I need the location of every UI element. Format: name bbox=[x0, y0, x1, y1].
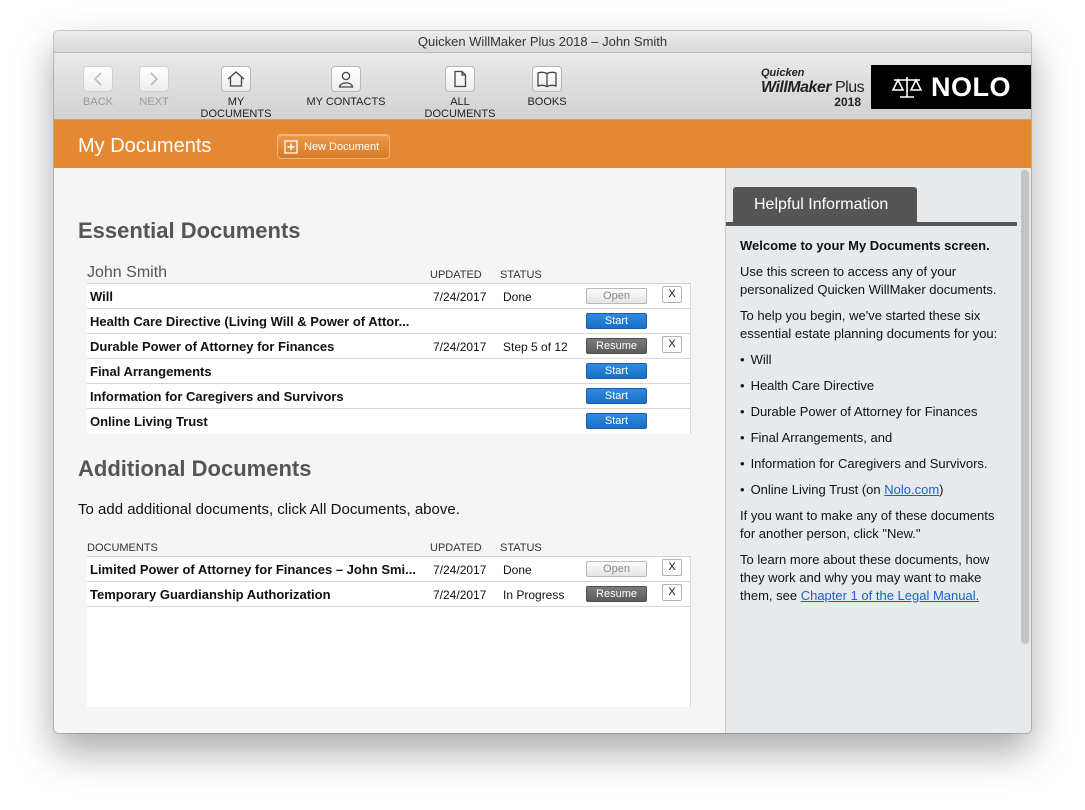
back-button[interactable]: BACK bbox=[83, 66, 113, 108]
new-document-button[interactable]: New Document bbox=[277, 134, 390, 159]
table-row[interactable]: Online Living Trust Start bbox=[87, 409, 691, 434]
list-item: Information for Caregivers and Survivors… bbox=[740, 455, 1002, 473]
table-header: DOCUMENTS UPDATED STATUS bbox=[87, 537, 691, 557]
tab-underline bbox=[726, 222, 1017, 226]
window-title: Quicken WillMaker Plus 2018 – John Smith bbox=[54, 31, 1031, 53]
scales-icon bbox=[891, 77, 923, 98]
info-paragraph: To learn more about these documents, how… bbox=[740, 552, 990, 603]
resume-button[interactable]: Resume bbox=[586, 338, 647, 354]
col-updated: UPDATED bbox=[430, 269, 482, 281]
open-button[interactable]: Open bbox=[586, 561, 647, 577]
scrollbar[interactable] bbox=[1021, 170, 1029, 644]
list-item: Will bbox=[740, 351, 1002, 369]
additional-documents-heading: Additional Documents bbox=[78, 456, 312, 481]
helpful-information-tab[interactable]: Helpful Information bbox=[733, 187, 917, 223]
table-header: John Smith UPDATED STATUS bbox=[87, 264, 691, 284]
table-row[interactable]: Information for Caregivers and Survivors… bbox=[87, 384, 691, 409]
my-documents-button[interactable]: MY DOCUMENTS bbox=[192, 66, 280, 120]
page-title: My Documents bbox=[78, 135, 212, 157]
table-row[interactable]: Limited Power of Attorney for Finances –… bbox=[87, 557, 691, 582]
all-documents-label: ALL DOCUMENTS bbox=[424, 96, 496, 120]
list-item: Final Arrangements, and bbox=[740, 429, 1002, 447]
delete-button[interactable]: X bbox=[662, 286, 682, 303]
list-item: Health Care Directive bbox=[740, 377, 1002, 395]
nolo-link[interactable]: Nolo.com bbox=[884, 482, 939, 497]
delete-button[interactable]: X bbox=[662, 584, 682, 601]
helpful-information-panel: Helpful Information Welcome to your My D… bbox=[725, 168, 1031, 733]
brand-area: Quicken WillMaker Plus 2018 NOLO bbox=[753, 65, 1031, 109]
additional-instructions: To add additional documents, click All D… bbox=[78, 501, 460, 518]
delete-button[interactable]: X bbox=[662, 559, 682, 576]
welcome-text: Welcome to your My Documents screen. bbox=[740, 238, 990, 253]
start-button[interactable]: Start bbox=[586, 363, 647, 379]
person-name: John Smith bbox=[87, 264, 168, 281]
back-label: BACK bbox=[83, 96, 113, 108]
table-row[interactable]: Durable Power of Attorney for Finances 7… bbox=[87, 334, 691, 359]
plus-square-icon bbox=[284, 139, 298, 154]
list-item: Online Living Trust (on Nolo.com) bbox=[740, 481, 1002, 499]
info-paragraph: Use this screen to access any of your pe… bbox=[740, 264, 997, 297]
additional-documents-table: DOCUMENTS UPDATED STATUS Limited Power o… bbox=[87, 537, 691, 707]
table-empty-area bbox=[87, 607, 691, 707]
books-button[interactable]: BOOKS bbox=[527, 66, 567, 108]
list-item: Durable Power of Attorney for Finances bbox=[740, 403, 1002, 421]
col-status: STATUS bbox=[500, 542, 542, 554]
start-button[interactable]: Start bbox=[586, 413, 647, 429]
essential-documents-heading: Essential Documents bbox=[78, 218, 301, 243]
col-documents: DOCUMENTS bbox=[87, 542, 158, 554]
start-button[interactable]: Start bbox=[586, 313, 647, 329]
document-icon bbox=[445, 66, 475, 92]
table-row[interactable]: Health Care Directive (Living Will & Pow… bbox=[87, 309, 691, 334]
open-button[interactable]: Open bbox=[586, 288, 647, 304]
next-button[interactable]: NEXT bbox=[139, 66, 169, 108]
my-documents-label: MY DOCUMENTS bbox=[200, 96, 272, 120]
info-paragraph: To help you begin, we've started these s… bbox=[740, 308, 998, 341]
nolo-logo: NOLO bbox=[871, 65, 1031, 109]
quicken-willmaker-logo: Quicken WillMaker Plus 2018 bbox=[761, 67, 865, 109]
delete-button[interactable]: X bbox=[662, 336, 682, 353]
person-icon bbox=[331, 66, 361, 92]
info-paragraph: If you want to make any of these documen… bbox=[740, 508, 995, 541]
next-label: NEXT bbox=[139, 96, 169, 108]
legal-manual-link[interactable]: Chapter 1 of the Legal Manual. bbox=[801, 588, 980, 603]
all-documents-button[interactable]: ALL DOCUMENTS bbox=[414, 66, 506, 120]
toolbar: BACK NEXT MY DOCUMENTS MY CONTACTS ALL D… bbox=[54, 53, 1031, 120]
col-updated: UPDATED bbox=[430, 542, 482, 554]
chevron-left-icon bbox=[83, 66, 113, 92]
my-contacts-button[interactable]: MY CONTACTS bbox=[306, 66, 386, 108]
chevron-right-icon bbox=[139, 66, 169, 92]
table-row[interactable]: Final Arrangements Start bbox=[87, 359, 691, 384]
documents-panel: Essential Documents John Smith UPDATED S… bbox=[54, 168, 724, 733]
book-icon bbox=[532, 66, 562, 92]
start-button[interactable]: Start bbox=[586, 388, 647, 404]
document-list: Will Health Care Directive Durable Power… bbox=[740, 351, 1002, 499]
resume-button[interactable]: Resume bbox=[586, 586, 647, 602]
books-label: BOOKS bbox=[527, 96, 567, 108]
table-row[interactable]: Will 7/24/2017 Done Open X bbox=[87, 284, 691, 309]
page-header: My Documents New Document bbox=[54, 120, 1031, 168]
app-window: Quicken WillMaker Plus 2018 – John Smith… bbox=[54, 31, 1031, 733]
home-icon bbox=[221, 66, 251, 92]
table-row[interactable]: Temporary Guardianship Authorization 7/2… bbox=[87, 582, 691, 607]
col-status: STATUS bbox=[500, 269, 542, 281]
helpful-information-content: Welcome to your My Documents screen. Use… bbox=[740, 237, 1002, 613]
essential-documents-table: John Smith UPDATED STATUS Will 7/24/2017… bbox=[87, 264, 691, 434]
my-contacts-label: MY CONTACTS bbox=[306, 96, 386, 108]
